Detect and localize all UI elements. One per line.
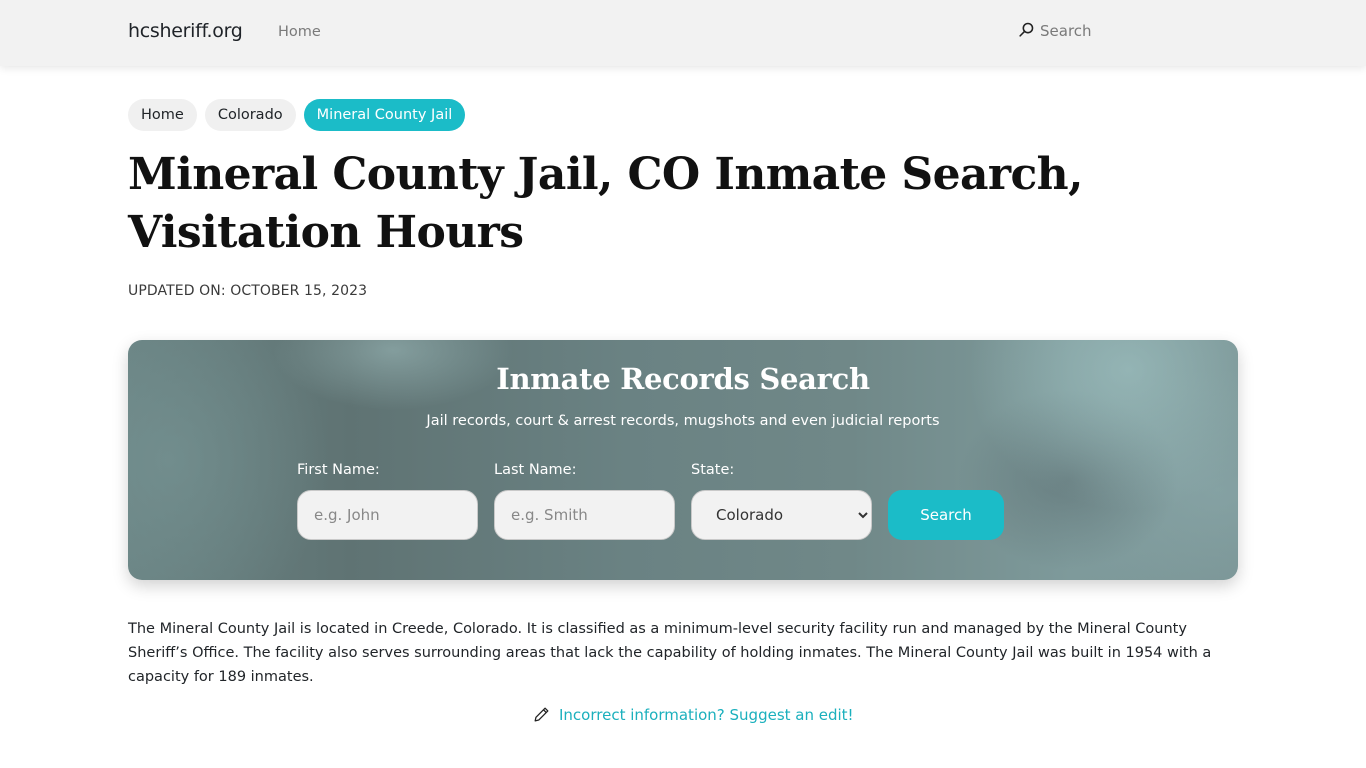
page-title: Mineral County Jail, CO Inmate Search, V…	[128, 149, 1083, 258]
state-field-group: State: Colorado	[691, 462, 872, 540]
inmate-search-panel: Inmate Records Search Jail records, cour…	[128, 340, 1238, 580]
nav-home-link[interactable]: Home	[278, 24, 321, 40]
navbar: hcsheriff.org Home Search	[0, 0, 1366, 66]
breadcrumb-home[interactable]: Home	[128, 99, 197, 131]
jail-description: The Mineral County Jail is located in Cr…	[128, 621, 1212, 685]
updated-date: UPDATED ON: OCTOBER 15, 2023	[128, 283, 368, 299]
pencil-icon	[534, 707, 549, 722]
search-button[interactable]: Search	[888, 490, 1004, 540]
last-name-label: Last Name:	[494, 462, 577, 478]
suggest-edit-link[interactable]: Incorrect information? Suggest an edit!	[532, 705, 854, 724]
last-name-field-group: Last Name:	[494, 462, 675, 540]
breadcrumb-colorado[interactable]: Colorado	[204, 99, 296, 131]
nav-search-button[interactable]: Search	[1018, 22, 1092, 40]
state-label: State:	[691, 462, 735, 478]
first-name-field-group: First Name:	[297, 462, 478, 540]
state-select[interactable]: Colorado	[691, 490, 872, 540]
first-name-label: First Name:	[297, 462, 380, 478]
nav-search-label: Search	[1040, 22, 1092, 40]
search-icon	[1019, 22, 1034, 37]
search-panel-title: Inmate Records Search	[496, 362, 870, 396]
search-panel-subtitle: Jail records, court & arrest records, mu…	[426, 413, 940, 429]
first-name-input[interactable]	[297, 490, 478, 540]
last-name-input[interactable]	[494, 490, 675, 540]
brand-logo-link[interactable]: hcsheriff.org	[128, 20, 243, 42]
breadcrumb: Home Colorado Mineral County Jail	[128, 99, 466, 131]
breadcrumb-mineral-county-jail[interactable]: Mineral County Jail	[303, 99, 466, 131]
suggest-edit-label: Incorrect information? Suggest an edit!	[559, 705, 854, 724]
